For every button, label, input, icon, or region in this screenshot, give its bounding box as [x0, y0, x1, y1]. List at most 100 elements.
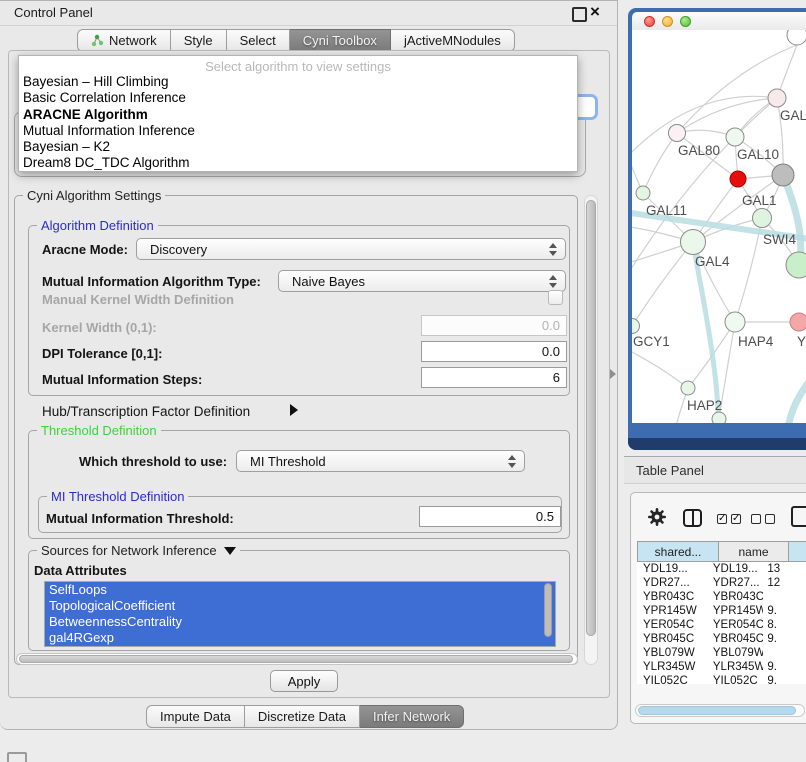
table-row[interactable]: YDR27...YDR27...12: [637, 576, 806, 590]
network-node[interactable]: [632, 319, 640, 334]
network-node[interactable]: [726, 128, 744, 146]
panel-mode-icon[interactable]: [791, 506, 806, 527]
tab-jactivemnodules[interactable]: jActiveMNodules: [391, 29, 515, 52]
network-node[interactable]: [790, 313, 806, 331]
column-header[interactable]: name: [719, 541, 789, 562]
hub-definition-label[interactable]: Hub/Transcription Factor Definition: [42, 404, 250, 419]
network-window-titlebar[interactable]: [632, 12, 806, 31]
manual-kernel-width-checkbox[interactable]: [548, 290, 563, 305]
tab-cyni-toolbox[interactable]: Cyni Toolbox: [290, 29, 391, 52]
table-cell[interactable]: YBL079W: [637, 646, 705, 660]
mi-steps-field[interactable]: 6: [421, 367, 567, 388]
table-cell[interactable]: YPR145W: [637, 604, 705, 618]
collapsed-arrow-icon[interactable]: [290, 404, 298, 416]
traffic-close-icon[interactable]: [644, 16, 655, 27]
data-attributes-list[interactable]: SelfLoopsTopologicalCoefficientBetweenne…: [44, 581, 556, 647]
table-cell[interactable]: YDL19...: [705, 562, 764, 576]
attribute-list-item[interactable]: SelfLoops: [45, 582, 555, 598]
expanded-arrow-icon[interactable]: [224, 547, 236, 555]
tab-infer-network[interactable]: Infer Network: [360, 705, 464, 728]
scrollbar-thumb[interactable]: [638, 706, 796, 715]
algorithm-option[interactable]: Bayesian – K2: [19, 139, 577, 155]
network-node[interactable]: [636, 186, 650, 200]
network-node[interactable]: [681, 230, 706, 255]
network-view-window[interactable]: GALGAL80GAL10GAL1GAL11SWI4GAL4GCY1HAP4YH…: [628, 8, 806, 450]
table-cell[interactable]: YLR345W: [637, 660, 705, 674]
table-cell[interactable]: YER054C: [705, 618, 764, 632]
scrollbar-thumb[interactable]: [19, 655, 573, 663]
network-node[interactable]: [753, 209, 772, 228]
table-cell[interactable]: YER054C: [637, 618, 705, 632]
deselect-all-columns-icon[interactable]: [751, 514, 775, 524]
network-node[interactable]: [787, 30, 806, 45]
column-header[interactable]: A: [789, 541, 806, 562]
tab-impute-data[interactable]: Impute Data: [146, 705, 245, 728]
table-row[interactable]: YBL079WYBL079W: [637, 646, 806, 660]
traffic-minimize-icon[interactable]: [662, 16, 673, 27]
aracne-mode-select[interactable]: Discovery: [136, 238, 566, 260]
mi-algorithm-type-select[interactable]: Naive Bayes: [278, 270, 566, 292]
apply-button[interactable]: Apply: [270, 670, 338, 692]
network-node[interactable]: [712, 412, 726, 423]
table-horizontal-scrollbar[interactable]: [635, 704, 805, 717]
network-node[interactable]: [730, 171, 746, 187]
table-cell[interactable]: YBR043C: [705, 590, 764, 604]
tab-discretize-data[interactable]: Discretize Data: [245, 705, 360, 728]
table-row[interactable]: YDL19...YDL19...13: [637, 562, 806, 576]
table-row[interactable]: YIL052CYIL052C9.: [637, 674, 806, 684]
table-cell[interactable]: YBR043C: [637, 590, 705, 604]
table-row[interactable]: YLR345WYLR345W9.: [637, 660, 806, 674]
scrollbar-thumb[interactable]: [586, 200, 596, 636]
close-icon[interactable]: ×: [590, 2, 600, 22]
sources-title[interactable]: Sources for Network Inference: [41, 543, 217, 558]
network-node[interactable]: [772, 164, 794, 186]
splitter-handle-icon[interactable]: [610, 369, 616, 379]
float-window-icon[interactable]: [572, 7, 587, 22]
attribute-list-item[interactable]: BetweennessCentrality: [45, 614, 555, 630]
network-canvas[interactable]: GALGAL80GAL10GAL1GAL11SWI4GAL4GCY1HAP4YH…: [632, 30, 806, 423]
table-cell[interactable]: [763, 590, 806, 604]
settings-horizontal-scrollbar[interactable]: [16, 653, 578, 665]
network-node[interactable]: [786, 252, 806, 278]
settings-vertical-scrollbar[interactable]: [584, 195, 598, 665]
table-cell[interactable]: YLR345W: [705, 660, 764, 674]
table-cell[interactable]: 12: [763, 576, 806, 590]
network-node[interactable]: [768, 89, 786, 107]
algorithm-option[interactable]: ARACNE Algorithm: [19, 107, 577, 123]
table-cell[interactable]: YPR145W: [705, 604, 764, 618]
attribute-list-item[interactable]: gal4RGexp: [45, 630, 555, 646]
table-cell[interactable]: 9.: [763, 632, 806, 646]
which-threshold-select[interactable]: MI Threshold: [236, 450, 525, 472]
network-node[interactable]: [669, 125, 686, 142]
network-node[interactable]: [725, 312, 745, 332]
list-scrollbar-thumb[interactable]: [544, 583, 552, 637]
kernel-width-field[interactable]: 0.0: [421, 315, 567, 336]
column-header[interactable]: shared...: [637, 541, 719, 562]
table-cell[interactable]: YBR045C: [637, 632, 705, 646]
minimized-panel-icon[interactable]: [7, 752, 27, 762]
dpi-tolerance-field[interactable]: 0.0: [421, 341, 567, 362]
table-cell[interactable]: 9.: [763, 604, 806, 618]
algorithm-option[interactable]: Bayesian – Hill Climbing: [19, 74, 577, 90]
table-cell[interactable]: 9.: [763, 674, 806, 684]
table-cell[interactable]: YIL052C: [637, 674, 705, 684]
table-cell[interactable]: YBL079W: [705, 646, 764, 660]
table-cell[interactable]: [763, 646, 806, 660]
table-cell[interactable]: YDL19...: [637, 562, 705, 576]
traffic-zoom-icon[interactable]: [680, 16, 691, 27]
table-cell[interactable]: YDR27...: [705, 576, 764, 590]
table-cell[interactable]: YBR045C: [705, 632, 764, 646]
table-row[interactable]: YBR045CYBR045C9.: [637, 632, 806, 646]
mi-threshold-field[interactable]: 0.5: [419, 506, 561, 527]
algorithm-option[interactable]: Dream8 DC_TDC Algorithm: [19, 155, 577, 171]
table-row[interactable]: YPR145WYPR145W9.: [637, 604, 806, 618]
select-all-columns-icon[interactable]: ✓✓: [717, 514, 741, 524]
split-columns-icon[interactable]: [683, 509, 702, 527]
table-cell[interactable]: 13: [763, 562, 806, 576]
table-cell[interactable]: 9.: [763, 660, 806, 674]
attribute-list-item[interactable]: TopologicalCoefficient: [45, 598, 555, 614]
table-cell[interactable]: YDR27...: [637, 576, 705, 590]
algorithm-option[interactable]: Mutual Information Inference: [19, 123, 577, 139]
tab-network[interactable]: Network: [77, 29, 171, 52]
table-row[interactable]: YBR043CYBR043C: [637, 590, 806, 604]
